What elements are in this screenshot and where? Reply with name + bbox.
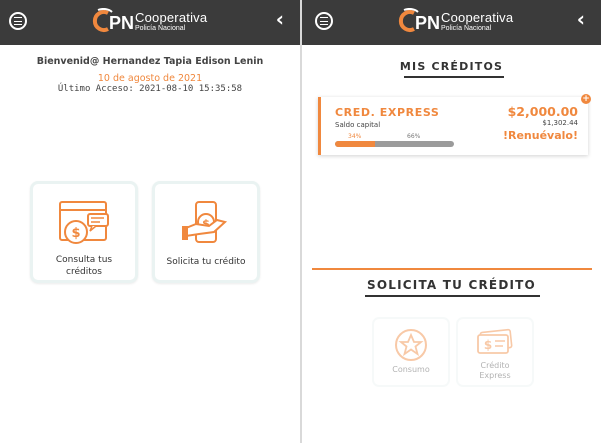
express-label-2: Express — [479, 371, 511, 380]
remaining-percent: 66% — [407, 133, 421, 140]
consulta-label-1: Consulta tus — [55, 255, 113, 265]
saldo-capital-label: Saldo capital — [335, 121, 381, 129]
svg-text:PN: PN — [415, 13, 440, 33]
credit-card[interactable]: CRED. EXPRESS Saldo capital $2,000.00 $1… — [318, 97, 588, 155]
back-chevron-icon[interactable]: ‹ — [276, 9, 284, 29]
credito-express-option[interactable]: $ Crédito Express — [456, 317, 534, 387]
consulta-label-2: créditos — [66, 267, 102, 277]
cpn-logo: PN Cooperativa Policía Nacional — [398, 8, 518, 36]
last-access: Último Acceso: 2021-08-10 15:35:58 — [57, 84, 243, 94]
svg-text:PN: PN — [109, 13, 134, 33]
title-underline — [365, 295, 540, 297]
brand-name: Cooperativa — [135, 10, 208, 25]
credit-name: CRED. EXPRESS — [335, 106, 440, 119]
solicita-credito-card[interactable]: $ Solicita tu crédito — [152, 181, 260, 283]
title-underline — [404, 76, 504, 78]
section-divider — [312, 268, 592, 270]
express-label-1: Crédito — [480, 361, 510, 370]
progress-fill — [335, 141, 376, 147]
consumo-option[interactable]: Consumo — [372, 317, 450, 387]
solicita-title: SOLICITA TU CRÉDITO — [367, 278, 536, 292]
brand-subtitle: Policía Nacional — [441, 25, 492, 32]
svg-text:$: $ — [71, 226, 80, 241]
consumo-label: Consumo — [392, 365, 430, 374]
menu-icon[interactable] — [315, 12, 333, 30]
home-screen: PN Cooperativa Policía Nacional ‹ Bienve… — [0, 0, 300, 443]
brand-subtitle: Policía Nacional — [135, 25, 186, 32]
cpn-logo: PN Cooperativa Policía Nacional — [92, 8, 212, 36]
credit-progress-bar — [335, 141, 454, 147]
credit-amount: $2,000.00 — [507, 104, 578, 119]
back-chevron-icon[interactable]: ‹ — [577, 9, 585, 29]
solicita-label: Solicita tu crédito — [166, 257, 246, 267]
paid-percent: 34% — [348, 133, 362, 140]
money-hand-icon: $ — [155, 200, 257, 254]
credits-screen: PN Cooperativa Policía Nacional ‹ MIS CR… — [302, 0, 601, 443]
credit-report-icon: $ — [33, 200, 135, 254]
renew-link[interactable]: !Renuévalo! — [503, 129, 578, 142]
saldo-capital-value: $1,302.44 — [542, 119, 578, 127]
add-icon[interactable]: + — [581, 94, 591, 104]
star-coin-icon — [374, 327, 448, 367]
app-header: PN Cooperativa Policía Nacional ‹ — [0, 0, 300, 45]
banknote-icon: $ — [458, 327, 532, 363]
consulta-creditos-card[interactable]: $ Consulta tus créditos — [30, 181, 138, 283]
app-header: PN Cooperativa Policía Nacional ‹ — [302, 0, 601, 45]
brand-name: Cooperativa — [441, 10, 514, 25]
svg-text:$: $ — [484, 338, 492, 352]
menu-icon[interactable] — [9, 12, 27, 30]
current-date: 10 de agosto de 2021 — [97, 73, 203, 84]
mis-creditos-title: MIS CRÉDITOS — [399, 60, 504, 73]
welcome-text: Bienvenid@ Hernandez Tapia Edison Lenin — [36, 56, 264, 67]
